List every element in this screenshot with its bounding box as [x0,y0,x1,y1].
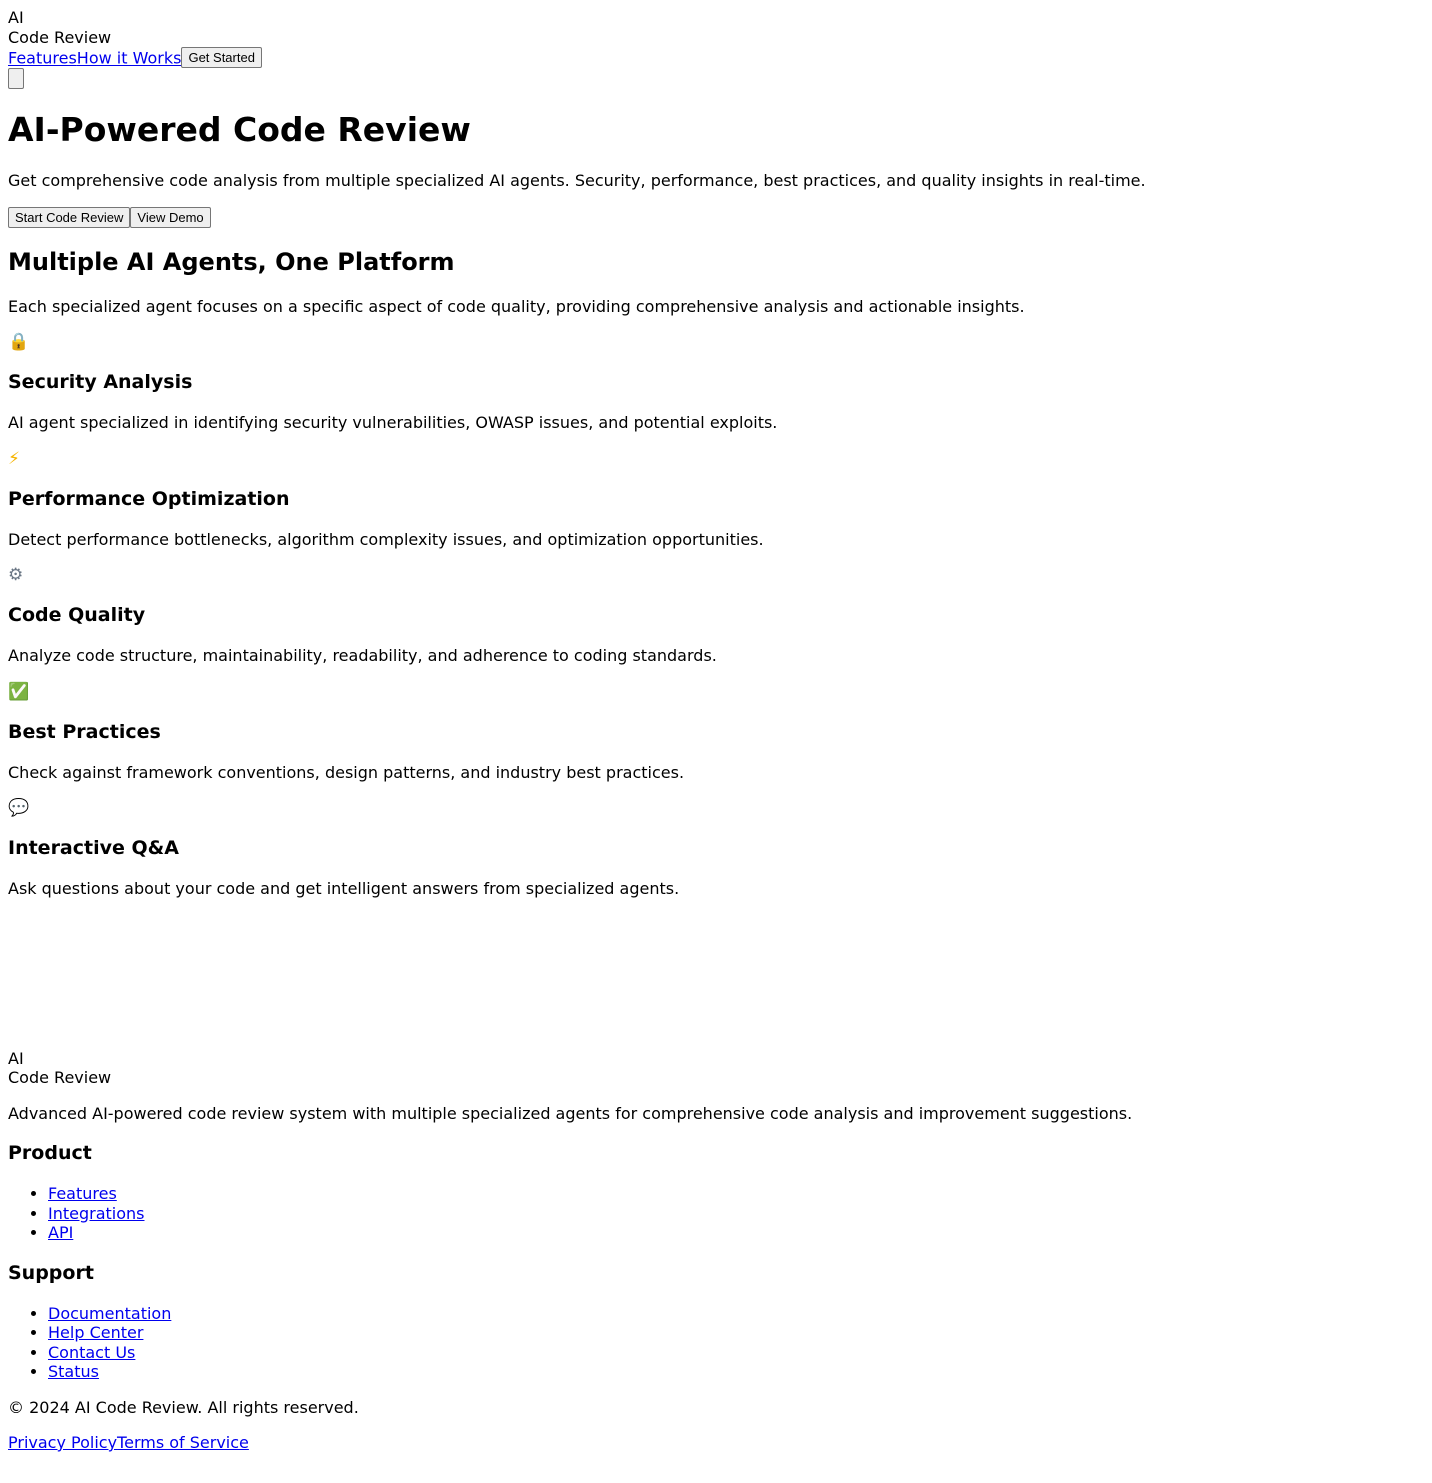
feature-description: Ask questions about your code and get in… [8,879,680,898]
feature-description: Analyze code structure, maintainability,… [8,646,717,665]
list-item: Features [48,1184,1424,1204]
feature-card-performance: ⚡ Performance Optimization Detect perfor… [8,449,1424,550]
copyright: © 2024 AI Code Review. All rights reserv… [8,1397,359,1417]
list-item: Help Center [48,1323,1424,1343]
footer-logo-line-code-review: Code Review [8,1068,112,1087]
site-footer: AI Code Review Advanced AI-powered code … [8,1049,1424,1453]
start-code-review-button[interactable]: Start Code Review [8,206,131,228]
feature-card-security: 🔒 Security Analysis AI agent specialized… [8,332,1424,433]
terms-of-service-link[interactable]: Terms of Service [117,1433,249,1452]
nav-link-features[interactable]: Features [8,49,77,68]
feature-description: AI agent specialized in identifying secu… [8,413,778,432]
feature-card-best-practices: ✅ Best Practices Check against framework… [8,682,1424,783]
gear-icon: ⚙ [8,565,24,585]
hero-actions: Start Code Review View Demo [8,206,1424,228]
footer-logo-line-ai: AI [8,1048,24,1068]
privacy-policy-link[interactable]: Privacy Policy [8,1433,117,1452]
legal-links: Privacy PolicyTerms of Service [8,1433,1424,1453]
hero-subtitle: Get comprehensive code analysis from mul… [8,171,1146,190]
footer-support-links: Documentation Help Center Contact Us Sta… [8,1304,1424,1382]
feature-description: Check against framework conventions, des… [8,762,685,782]
features-intro: Each specialized agent focuses on a spec… [8,296,1025,316]
nav-link-how-it-works[interactable]: How it Works [77,49,182,68]
footer-logo[interactable]: AI Code Review [8,1049,1424,1088]
list-item: Status [48,1362,1424,1382]
footer-link-documentation[interactable]: Documentation [48,1304,171,1323]
footer-link-features[interactable]: Features [48,1184,117,1203]
hero-title: AI-Powered Code Review [8,110,471,149]
feature-description: Detect performance bottlenecks, algorith… [8,529,764,549]
get-started-button[interactable]: Get Started [181,47,262,68]
logo[interactable]: AI Code Review [8,8,1424,47]
check-icon: ✅ [8,681,30,702]
feature-title: Code Quality [8,604,146,626]
footer-description: Advanced AI-powered code review system w… [8,1103,1133,1123]
list-item: Documentation [48,1304,1424,1324]
feature-title: Interactive Q&A [8,837,179,859]
site-header: AI Code Review FeaturesHow it Works Get S… [8,8,1424,89]
logo-line-ai: AI [8,8,24,27]
logo-line-code-review: Code Review [8,27,112,47]
main-nav: FeaturesHow it Works Get Started [8,47,1424,68]
footer-link-contact-us[interactable]: Contact Us [48,1343,135,1362]
footer-support-heading: Support [8,1261,94,1284]
list-item: API [48,1223,1424,1243]
feature-title: Best Practices [8,720,161,743]
hero-section: AI-Powered Code Review Get comprehensive… [8,110,1424,228]
footer-link-integrations[interactable]: Integrations [48,1204,145,1223]
empty-section [8,915,1424,1049]
feature-card-code-quality: ⚙ Code Quality Analyze code structure, m… [8,565,1424,666]
footer-link-help-center[interactable]: Help Center [48,1323,143,1342]
mobile-menu-button[interactable] [8,68,24,89]
features-section: Multiple AI Agents, One Platform Each sp… [8,248,1424,899]
lightning-icon: ⚡ [8,448,20,469]
view-demo-button[interactable]: View Demo [130,206,211,228]
footer-link-api[interactable]: API [48,1223,73,1242]
list-item: Integrations [48,1204,1424,1224]
speech-bubble-icon: 💬 [8,798,30,818]
features-heading: Multiple AI Agents, One Platform [8,247,455,276]
feature-title: Security Analysis [8,371,193,393]
footer-link-status[interactable]: Status [48,1362,99,1381]
feature-title: Performance Optimization [8,487,290,510]
lock-icon: 🔒 [8,332,30,352]
footer-product-heading: Product [8,1142,92,1164]
footer-product-links: Features Integrations API [8,1184,1424,1243]
list-item: Contact Us [48,1343,1424,1363]
feature-card-qa: 💬 Interactive Q&A Ask questions about yo… [8,798,1424,899]
